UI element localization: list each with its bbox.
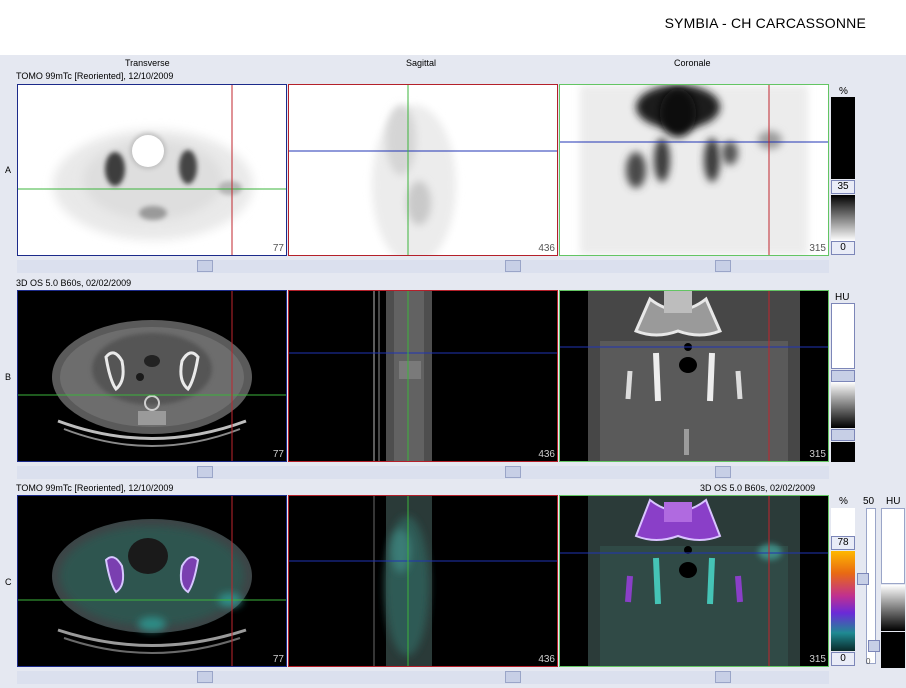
fusion-lower-value[interactable]: 0 (831, 652, 855, 666)
slice-sliders-row-b (17, 466, 829, 479)
transverse-slice-slider[interactable] (197, 466, 213, 478)
viewport-fusion-transverse[interactable]: 77 (17, 495, 287, 667)
fusion-ct-colorbar-bottom (881, 632, 905, 668)
viewport-fusion-sagittal[interactable]: 436 (288, 495, 558, 667)
series-label-row-c: TOMO 99mTc [Reoriented], 12/10/2009 (16, 483, 174, 493)
column-heading-sagittal: Sagittal (406, 58, 437, 68)
slice-sliders-row-a (17, 260, 829, 273)
fusion-ct-colorbar-top (881, 508, 905, 584)
spect-colorbar-top (831, 97, 855, 179)
ct-window-lower-handle[interactable] (831, 429, 855, 441)
slice-number: 315 (809, 449, 826, 460)
viewport-ct-coronal[interactable]: 315 (559, 290, 829, 462)
fusion-coronal-image (560, 496, 828, 666)
fusion-blend-lower-handle[interactable] (868, 640, 880, 652)
spect-coronal-image (560, 85, 828, 255)
viewport-spect-transverse[interactable]: 77 (17, 84, 287, 256)
slice-number: 436 (538, 449, 555, 460)
fusion-upper-value[interactable]: 78 (831, 536, 855, 550)
fusion-colorbar (831, 551, 855, 651)
slice-number: 315 (809, 654, 826, 665)
fusion-blend-value: 50 (863, 496, 875, 507)
slice-number: 77 (272, 654, 284, 665)
fusion-colorbar-top (831, 508, 855, 536)
sagittal-slice-slider[interactable] (505, 260, 521, 272)
ct-window-upper-handle[interactable] (831, 370, 855, 382)
column-heading-coronal: Coronale (674, 58, 711, 68)
fusion-ct-colorbar (881, 585, 905, 631)
coronal-slice-slider[interactable] (715, 466, 731, 478)
viewport-ct-transverse[interactable]: 77 (17, 290, 287, 462)
viewport-fusion-coronal[interactable]: 315 (559, 495, 829, 667)
slice-number: 436 (538, 654, 555, 665)
viewport-spect-sagittal[interactable]: 436 (288, 84, 558, 256)
fusion-scale-unit: % (839, 496, 848, 507)
sagittal-slice-slider[interactable] (505, 671, 521, 683)
ct-coronal-image (560, 291, 828, 461)
spect-colorbar (831, 195, 855, 241)
viewport-spect-coronal[interactable]: 315 (559, 84, 829, 256)
spect-transverse-image (18, 85, 286, 255)
fusion-blend-handle[interactable] (857, 573, 869, 585)
ct-colorbar-bottom (831, 442, 855, 462)
series-label-row-b: 3D OS 5.0 B60s, 02/02/2009 (16, 278, 132, 288)
transverse-slice-slider[interactable] (197, 260, 213, 272)
spect-sagittal-image (289, 85, 557, 255)
row-label-b: B (5, 372, 12, 382)
row-label-c: C (5, 577, 12, 587)
slice-number: 436 (538, 243, 555, 254)
ct-transverse-image (18, 291, 286, 461)
ct-scale-unit: HU (835, 292, 850, 303)
column-heading-transverse: Transverse (125, 58, 170, 68)
title-bar: SYMBIA - CH CARCASSONNE (0, 0, 906, 55)
fusion-sagittal-image (289, 496, 557, 666)
slice-number: 315 (809, 243, 826, 254)
ct-colorbar (831, 382, 855, 428)
slice-number: 77 (272, 243, 284, 254)
coronal-slice-slider[interactable] (715, 671, 731, 683)
viewport-ct-sagittal[interactable]: 436 (288, 290, 558, 462)
sagittal-slice-slider[interactable] (505, 466, 521, 478)
institution-title: SYMBIA - CH CARCASSONNE (664, 15, 866, 31)
series-label-row-c-ct: 3D OS 5.0 B60s, 02/02/2009 (700, 483, 816, 493)
spect-upper-value[interactable]: 35 (831, 180, 855, 194)
fusion-hu-unit: HU (886, 496, 901, 507)
series-label-row-a: TOMO 99mTc [Reoriented], 12/10/2009 (16, 71, 174, 81)
spect-scale-unit: % (839, 86, 848, 97)
slice-sliders-row-c (17, 671, 829, 684)
ct-colorbar-top (831, 303, 855, 369)
spect-lower-value[interactable]: 0 (831, 241, 855, 255)
row-label-a: A (5, 165, 12, 175)
fusion-transverse-image (18, 496, 286, 666)
transverse-slice-slider[interactable] (197, 671, 213, 683)
coronal-slice-slider[interactable] (715, 260, 731, 272)
fusion-blend-min: 0 (866, 657, 871, 666)
slice-number: 77 (272, 449, 284, 460)
ct-sagittal-image (289, 291, 557, 461)
